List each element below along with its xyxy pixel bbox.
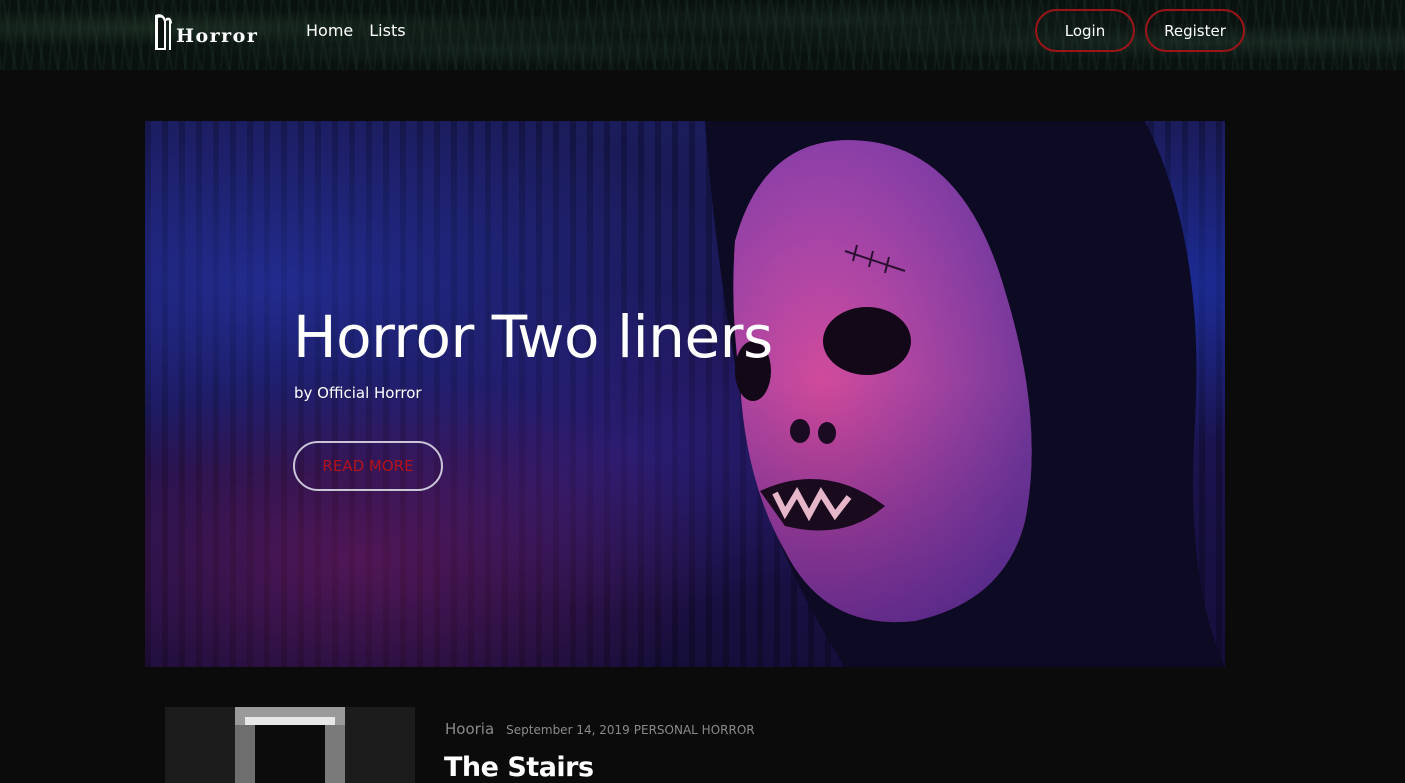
- read-more-button[interactable]: READ MORE: [293, 441, 443, 491]
- nav-home-link[interactable]: Home: [306, 21, 353, 40]
- hero-title: Horror Two liners: [293, 303, 773, 371]
- register-button[interactable]: Register: [1145, 9, 1245, 52]
- hero-banner: Horror Two liners by Official Horror REA…: [145, 121, 1225, 667]
- post-date: September 14, 2019: [506, 723, 630, 737]
- post-category[interactable]: PERSONAL HORROR: [634, 723, 755, 737]
- post-thumbnail[interactable]: [165, 707, 415, 783]
- login-button[interactable]: Login: [1035, 9, 1135, 52]
- site-header: Horror Home Lists Login Register: [0, 0, 1405, 70]
- post-meta: Hooria September 14, 2019 PERSONAL HORRO…: [445, 720, 755, 738]
- logo-text: Horror: [176, 25, 259, 47]
- doorway-image: [165, 707, 415, 783]
- post-author[interactable]: Hooria: [445, 720, 494, 738]
- hero-author: by Official Horror: [294, 384, 422, 402]
- nav-lists-link[interactable]: Lists: [369, 21, 405, 40]
- site-logo[interactable]: Horror: [152, 10, 272, 54]
- main-nav: Home Lists: [306, 21, 406, 40]
- post-title[interactable]: The Stairs: [444, 752, 594, 783]
- grim-reaper-icon: [155, 14, 172, 51]
